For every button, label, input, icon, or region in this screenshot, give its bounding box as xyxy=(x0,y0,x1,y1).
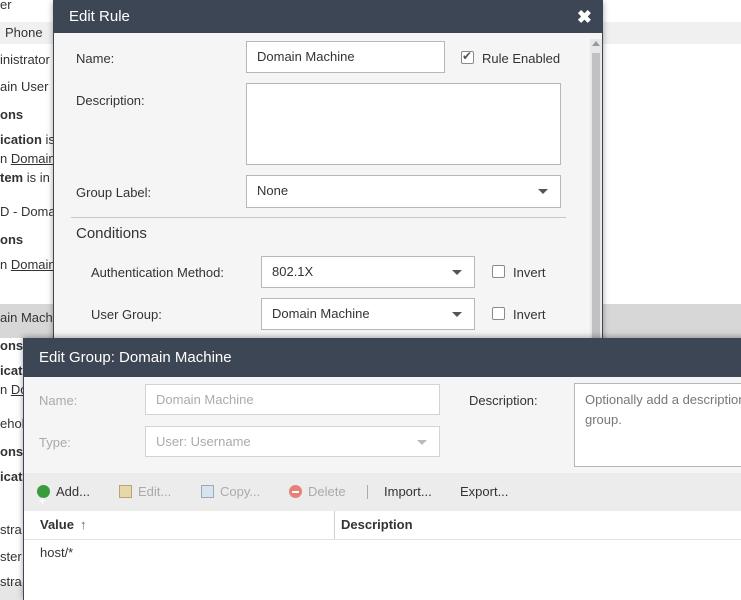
group-label-select[interactable]: None xyxy=(246,175,561,208)
edit-icon xyxy=(119,485,132,498)
add-icon xyxy=(37,482,50,520)
divider xyxy=(71,217,566,218)
bg-row-household: ehol xyxy=(0,416,25,431)
edit-rule-header[interactable]: Edit Rule ✖ xyxy=(54,1,602,33)
group-name-label: Name: xyxy=(39,393,78,408)
bg-conditions-heading: ons xyxy=(0,444,24,459)
delete-button[interactable]: Delete xyxy=(289,473,346,511)
add-label: Add... xyxy=(56,484,90,499)
import-label: Import... xyxy=(384,484,432,499)
toolbar-separator xyxy=(367,485,368,499)
name-label: Name: xyxy=(76,51,115,66)
bg-cond-plain: n xyxy=(0,151,11,166)
edit-button[interactable]: Edit... xyxy=(119,473,171,511)
bg-row-domain-user: ain User xyxy=(0,79,49,94)
bg-cond-bold: ication xyxy=(0,132,42,147)
bg-row-phone: Phone xyxy=(5,25,43,40)
bg-conditions-heading: ons xyxy=(0,232,24,247)
description-column-header[interactable]: Description xyxy=(341,511,413,539)
copy-button[interactable]: Copy... xyxy=(201,473,260,511)
group-description-label: Description: xyxy=(469,393,538,408)
bg-row-domain-machine: ain Mach xyxy=(0,310,53,325)
user-group-label: User Group: xyxy=(91,307,162,322)
rule-enabled-checkbox[interactable] xyxy=(461,49,474,64)
bg-cond-plain: n xyxy=(0,257,11,272)
bg-cond-bold: tem xyxy=(0,170,24,185)
group-label-label: Group Label: xyxy=(76,185,152,200)
value-column-header[interactable]: Value ↑ xyxy=(40,511,86,539)
rule-name-input[interactable]: Domain Machine xyxy=(246,41,445,73)
auth-method-label: Authentication Method: xyxy=(91,265,224,280)
conditions-heading: Conditions xyxy=(76,225,147,242)
close-icon[interactable]: ✖ xyxy=(577,1,592,33)
export-label: Export... xyxy=(460,484,509,499)
bg-condition-line: icat xyxy=(0,469,23,484)
scroll-thumb[interactable] xyxy=(592,53,600,348)
export-button[interactable]: Export... xyxy=(460,473,508,511)
bg-cond-rest: is in xyxy=(23,170,50,185)
bg-cond-link[interactable]: Domain xyxy=(11,257,56,272)
group-name-input[interactable]: Domain Machine xyxy=(145,384,440,415)
sort-ascending-icon: ↑ xyxy=(79,517,87,532)
bg-row-administrators: stra xyxy=(0,522,22,537)
edit-group-title: Edit Group: Domain Machine xyxy=(39,349,232,366)
add-button[interactable]: Add... xyxy=(37,473,90,520)
rule-enabled-label[interactable]: Rule Enabled xyxy=(482,51,560,66)
bg-condition-line: ication is xyxy=(0,132,55,147)
edit-rule-body: Name: Domain Machine Rule Enabled Descri… xyxy=(54,34,590,346)
value-column-label: Value xyxy=(40,517,74,532)
column-separator[interactable] xyxy=(334,511,335,539)
bg-condition-line: icat xyxy=(0,363,23,378)
bg-conditions-heading: ons xyxy=(0,338,24,353)
edit-group-dialog: Edit Group: Domain Machine Name: Domain … xyxy=(23,338,741,600)
bg-conditions-heading: ons xyxy=(0,107,24,122)
bg-row-0: er xyxy=(0,0,12,12)
auth-invert-label[interactable]: Invert xyxy=(513,265,546,280)
description-label: Description: xyxy=(76,93,145,108)
bg-condition-line: tem is in xyxy=(0,170,50,185)
user-group-select[interactable]: Domain Machine xyxy=(261,298,475,330)
delete-label: Delete xyxy=(308,484,346,499)
copy-label: Copy... xyxy=(220,484,261,499)
group-grid-header: Value ↑ Description xyxy=(24,511,741,540)
bg-cond-link[interactable]: Domain xyxy=(11,151,56,166)
bg-row-ad-domain: D - Doma xyxy=(0,204,56,219)
rule-description-input[interactable] xyxy=(246,83,561,165)
scroll-up-arrow-icon[interactable] xyxy=(592,41,600,46)
delete-icon xyxy=(289,485,302,498)
auth-method-select[interactable]: 802.1X xyxy=(261,256,475,288)
bg-row-registered: ster xyxy=(0,549,22,564)
edit-group-header[interactable]: Edit Group: Domain Machine xyxy=(24,339,741,377)
table-row[interactable]: host/* xyxy=(40,545,73,560)
bg-condition-line: n Domain xyxy=(0,151,56,166)
edit-rule-scrollbar[interactable] xyxy=(590,39,602,348)
user-group-invert-label[interactable]: Invert xyxy=(513,307,546,322)
auth-invert-checkbox[interactable] xyxy=(492,265,505,278)
group-type-select[interactable]: User: Username xyxy=(145,426,440,457)
group-grid-body: host/* xyxy=(24,540,741,600)
user-group-invert-checkbox[interactable] xyxy=(492,307,505,320)
bg-row-administrator: inistrator xyxy=(0,52,50,67)
edit-rule-title: Edit Rule xyxy=(69,8,130,25)
group-type-label: Type: xyxy=(39,435,71,450)
bg-cond-plain: n xyxy=(0,382,11,397)
import-button[interactable]: Import... xyxy=(384,473,432,511)
copy-icon xyxy=(201,485,214,498)
group-description-input[interactable]: Optionally add a description group. xyxy=(574,383,741,467)
bg-condition-line: n Domain xyxy=(0,257,56,272)
edit-rule-dialog: Edit Rule ✖ Name: Domain Machine Rule En… xyxy=(53,0,603,348)
edit-label: Edit... xyxy=(138,484,172,499)
group-toolbar: Add... Edit... Copy... Delete Import... … xyxy=(24,473,741,520)
